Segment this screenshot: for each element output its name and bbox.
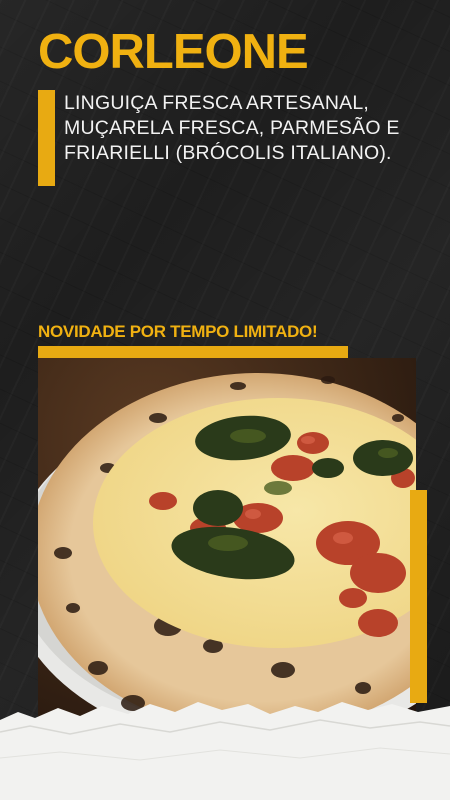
photo-accent-bar xyxy=(410,490,427,703)
pizza-title: CORLEONE xyxy=(38,25,309,79)
promo-label: NOVIDADE POR TEMPO LIMITADO! xyxy=(38,322,318,341)
pizza-description: LINGUIÇA FRESCA ARTESANAL, MUÇARELA FRES… xyxy=(64,92,400,164)
torn-paper-edge xyxy=(0,702,450,800)
description-accent-bar xyxy=(38,90,55,186)
